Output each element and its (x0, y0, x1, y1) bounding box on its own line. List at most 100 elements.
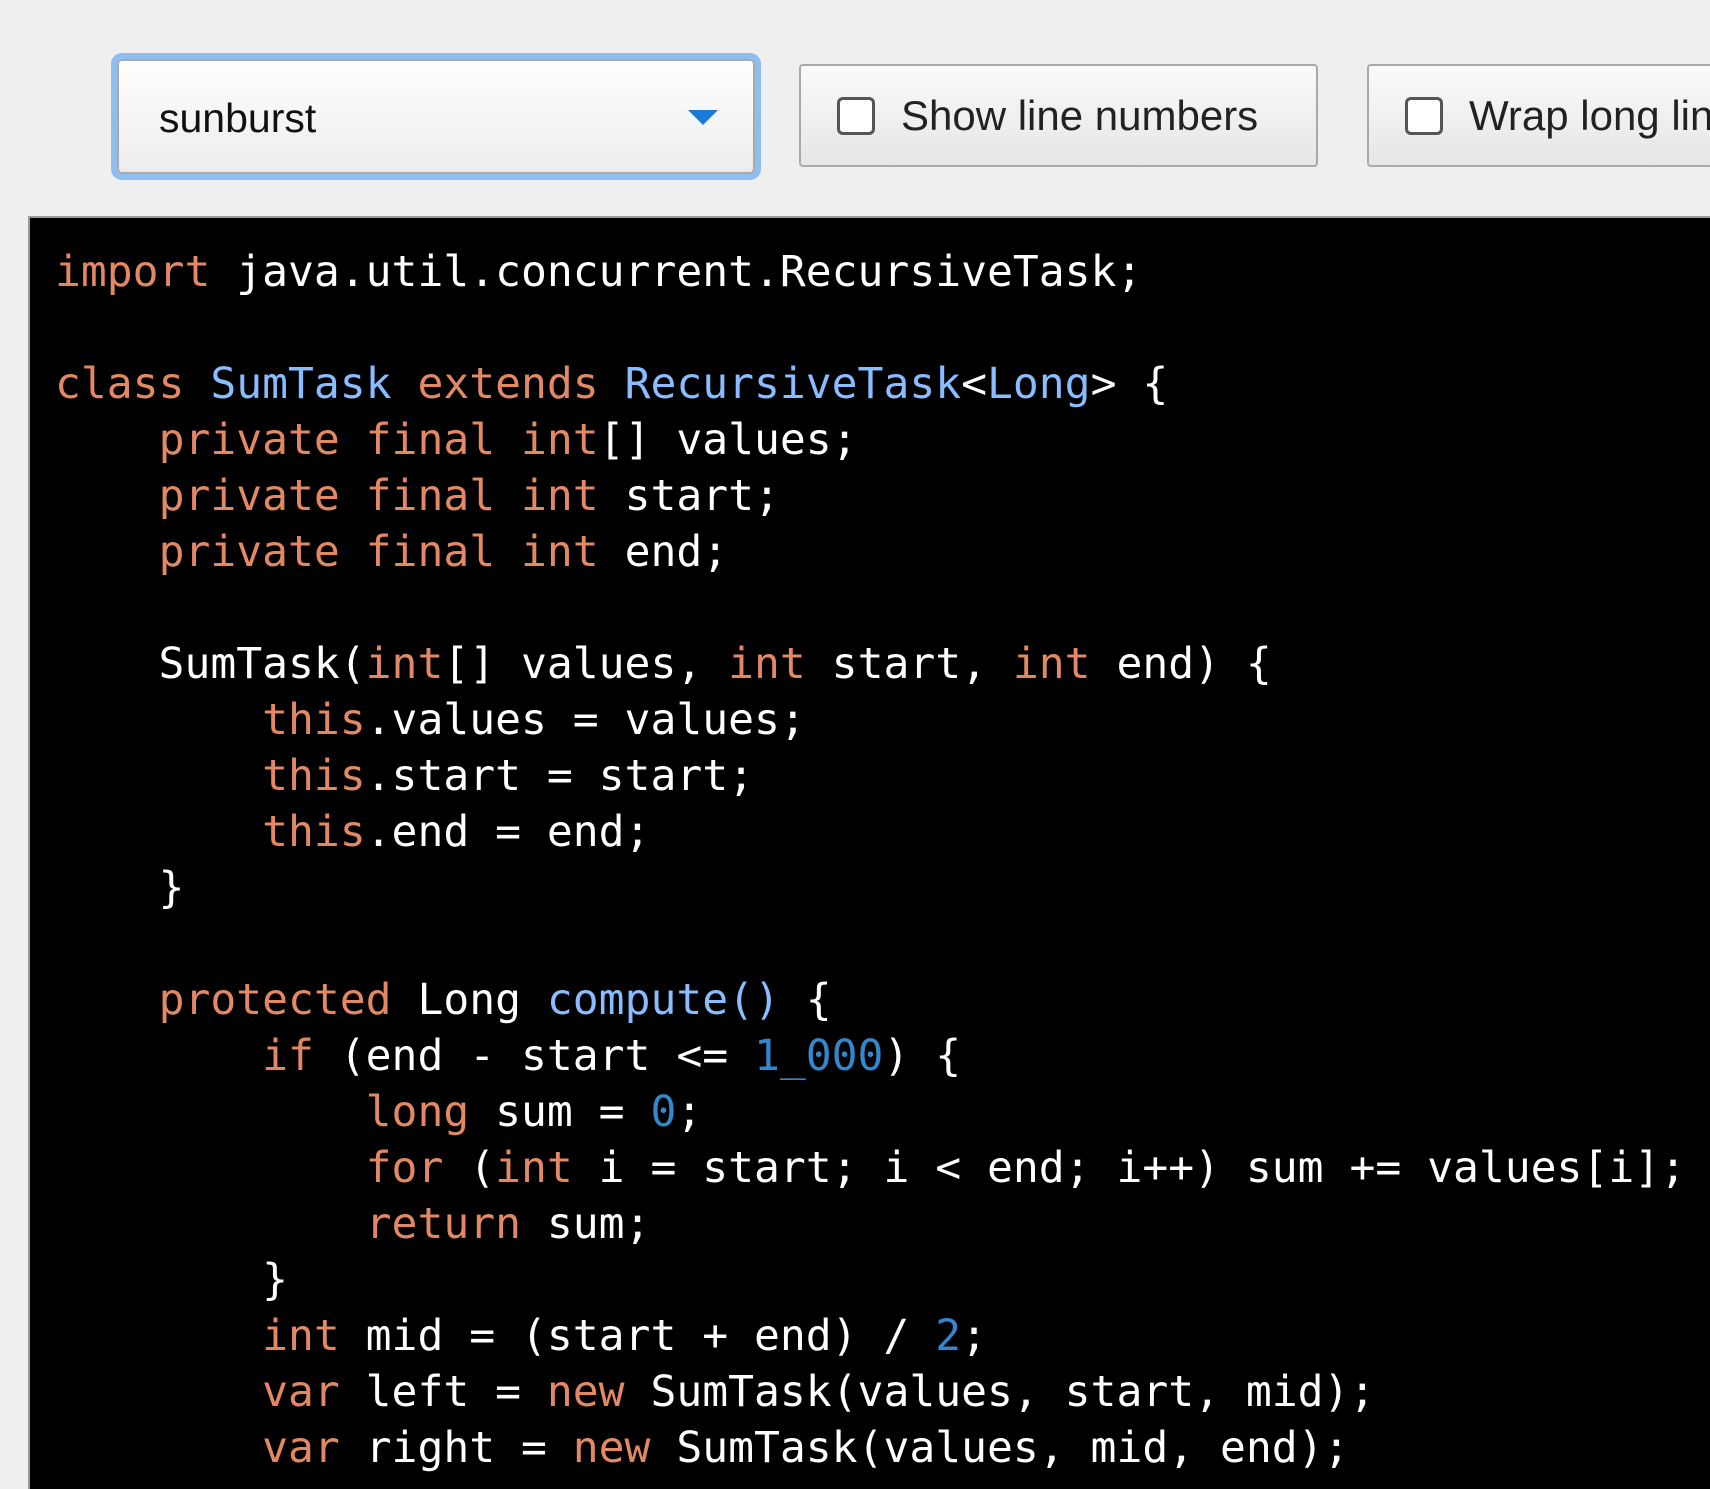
code-token: final (365, 415, 496, 465)
code-line: private final int start; (55, 468, 1686, 524)
code-token: [] values, (443, 639, 729, 689)
code-line: protected Long compute() { (55, 972, 1686, 1028)
code-token: i = start; i < end; i++) sum += values[i… (572, 1143, 1686, 1193)
code-token: int (262, 1311, 340, 1361)
code-token: mid = (start + end) / (339, 1311, 936, 1361)
code-token: compute() (546, 975, 780, 1025)
code-token: start, (805, 639, 1013, 689)
code-line: this.start = start; (55, 748, 1686, 804)
code-line: this.values = values; (55, 692, 1686, 748)
code-token: 0 (650, 1087, 677, 1137)
show-line-numbers-label: Show line numbers (901, 92, 1259, 139)
toolbar: sunburst Show line numbers Wrap long lin (0, 0, 1710, 214)
code-line: var right = new SumTask(values, mid, end… (55, 1420, 1686, 1476)
code-token: private (158, 415, 340, 465)
theme-select[interactable]: sunburst (117, 59, 755, 174)
show-line-numbers-button[interactable]: Show line numbers (799, 64, 1318, 167)
code-line: var left = new SumTask(values, start, mi… (55, 1364, 1686, 1420)
code-token: sum; (521, 1199, 651, 1249)
code-token: ( (443, 1143, 496, 1193)
code-token: .end = end; (365, 807, 651, 857)
code-token: long (365, 1087, 470, 1137)
code-token: { (779, 975, 832, 1025)
code-token: .start = start; (365, 751, 754, 801)
wrap-long-lines-button[interactable]: Wrap long lin (1367, 64, 1710, 167)
code-token: new (546, 1367, 625, 1417)
code-line: this.end = end; (55, 804, 1686, 860)
code-token: class (55, 359, 185, 409)
code-token: left = (339, 1367, 547, 1417)
code-token: protected (158, 975, 392, 1025)
code-line: if (end - start <= 1_000) { (55, 1028, 1686, 1084)
code-token: int (521, 471, 599, 521)
code-token: this (262, 751, 366, 801)
code-line: return sum; (55, 1196, 1686, 1252)
code-token: Long (391, 975, 547, 1025)
wrap-long-lines-checkbox[interactable] (1405, 97, 1443, 135)
code-token: < (961, 359, 987, 409)
code-token: return (365, 1199, 522, 1249)
code-token: this (262, 807, 366, 857)
code-token: 1_000 (754, 1031, 884, 1081)
code-token: int (495, 1143, 573, 1193)
code-token: ) { (883, 1031, 962, 1081)
code-token: SumTask (210, 359, 392, 409)
code-token: final (365, 471, 496, 521)
line-numbers-checkbox[interactable] (837, 97, 875, 135)
code-token: final (365, 527, 496, 577)
theme-select-value: sunburst (159, 95, 317, 141)
code-token: Long (987, 359, 1091, 409)
code-line: class SumTask extends RecursiveTask<Long… (55, 356, 1686, 412)
code-token: int (365, 639, 444, 689)
code-line: long sum = 0; (55, 1084, 1686, 1140)
wrap-long-lines-label: Wrap long lin (1469, 92, 1710, 139)
code-line: SumTask(int[] values, int start, int end… (55, 636, 1686, 692)
code-token: int (521, 415, 599, 465)
code-line: private final int end; (55, 524, 1686, 580)
code-token: var (262, 1423, 340, 1473)
code-token: java.util.concurrent.RecursiveTask; (210, 247, 1143, 297)
code-token: this (262, 695, 366, 745)
code-token: int (728, 639, 806, 689)
code-token: } (55, 863, 185, 913)
code-token: [] values; (598, 415, 858, 465)
code-line: } (55, 860, 1686, 916)
code-line: } (55, 1252, 1686, 1308)
code-token: ; (676, 1087, 703, 1137)
code-editor[interactable]: import java.util.concurrent.RecursiveTas… (28, 216, 1710, 1489)
code-token: extends (417, 359, 599, 409)
code-token: if (262, 1031, 314, 1081)
code-token: 2 (935, 1311, 962, 1361)
code-token: > { (1090, 359, 1169, 409)
code-block: import java.util.concurrent.RecursiveTas… (55, 244, 1686, 1476)
code-token: int (1012, 639, 1091, 689)
code-token: for (365, 1143, 444, 1193)
code-token: end) { (1090, 639, 1272, 689)
code-token: (end - start <= (313, 1031, 754, 1081)
code-token: ; (961, 1311, 987, 1361)
code-token: right = (339, 1423, 573, 1473)
code-token: RecursiveTask (624, 359, 962, 409)
code-token: .values = values; (365, 695, 806, 745)
code-token: sum = (469, 1087, 651, 1137)
